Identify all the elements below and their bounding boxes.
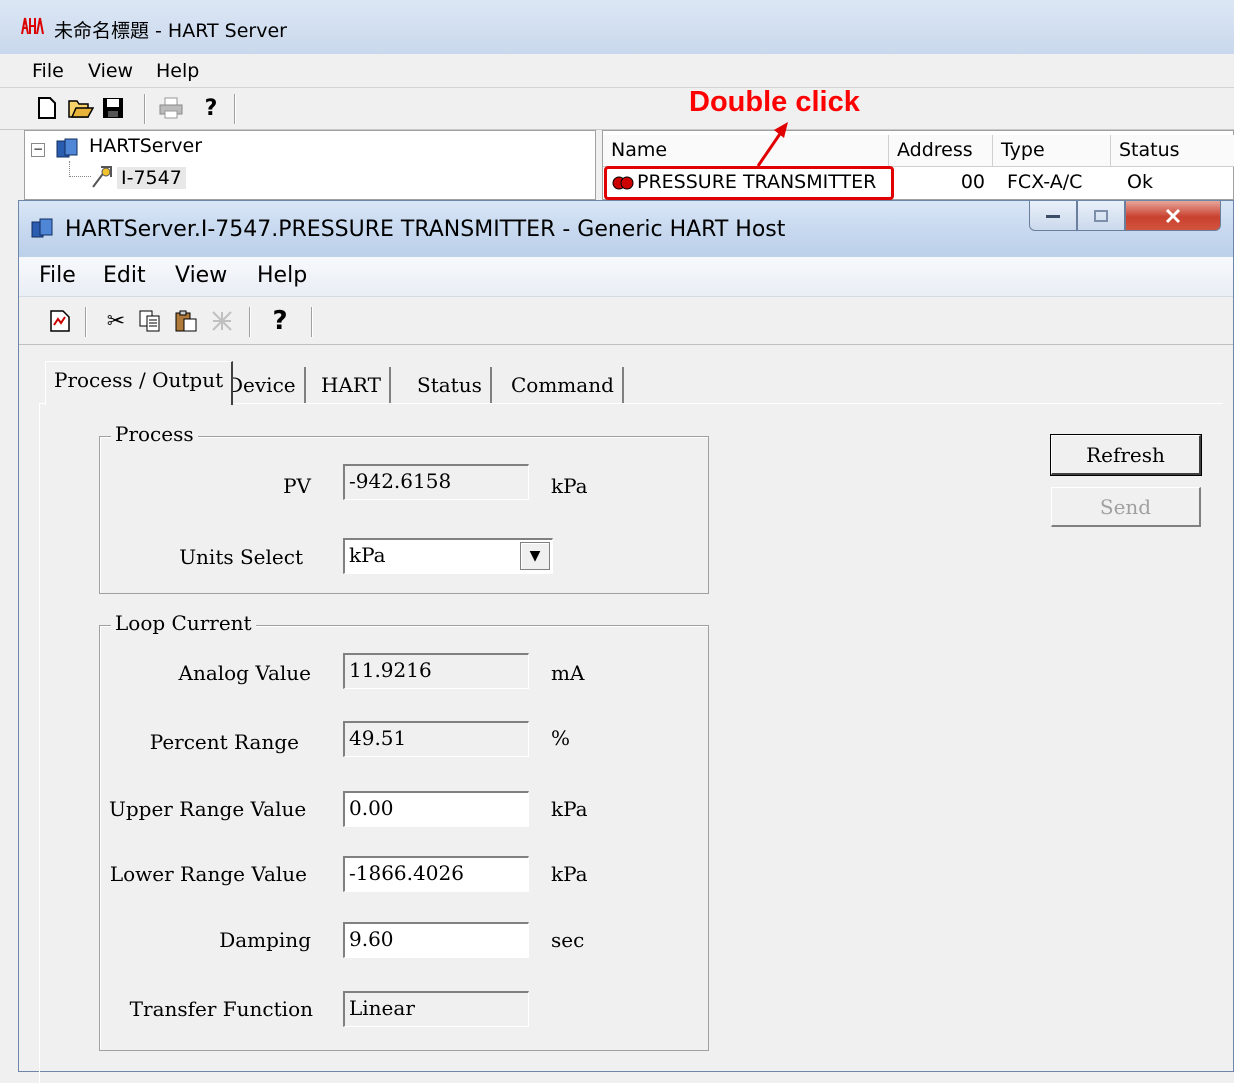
loop-current-group-label: Loop Current	[111, 611, 256, 635]
new-icon[interactable]	[32, 92, 62, 124]
damping-unit: sec	[551, 928, 585, 952]
host-menu-help[interactable]: Help	[253, 261, 311, 290]
tab-process-output[interactable]: Process / Output	[45, 361, 234, 405]
tab-status[interactable]: Status	[409, 367, 492, 403]
damping-label: Damping	[219, 928, 311, 952]
server-menu-help[interactable]: Help	[152, 58, 203, 84]
tab-command[interactable]: Command	[503, 367, 624, 403]
column-header-status[interactable]: Status	[1111, 135, 1234, 167]
minimize-button[interactable]	[1029, 201, 1077, 231]
device-status-cell: Ok	[1127, 171, 1153, 193]
server-menu-file[interactable]: File	[28, 58, 68, 84]
analog-value-label: Analog Value	[178, 661, 312, 685]
column-header-name[interactable]: Name	[603, 135, 889, 167]
pv-field: -942.6158	[343, 464, 529, 500]
host-menu-file[interactable]: File	[35, 261, 80, 290]
host-menubar: File Edit View Help	[19, 257, 1233, 297]
percent-range-label: Percent Range	[149, 730, 299, 754]
host-window-title: HARTServer.I-7547.PRESSURE TRANSMITTER -…	[65, 217, 786, 242]
damping-input[interactable]: 9.60	[343, 922, 529, 958]
units-select-label: Units Select	[179, 545, 303, 569]
io-module-icon	[92, 166, 112, 188]
analog-value-field: 11.9216	[343, 653, 529, 689]
tree-collapse-toggle[interactable]: −	[31, 143, 45, 157]
analog-value-unit: mA	[551, 661, 585, 685]
units-select-dropdown[interactable]: kPa ▼	[343, 538, 553, 574]
open-icon[interactable]	[66, 92, 96, 124]
pv-label: PV	[283, 474, 311, 498]
cut-icon[interactable]: ✂	[101, 305, 131, 337]
save-icon[interactable]	[98, 92, 128, 124]
upper-range-value-input[interactable]: 0.00	[343, 791, 529, 827]
copy-icon[interactable]	[135, 305, 165, 337]
help-icon[interactable]: ?	[196, 92, 226, 124]
close-icon[interactable]	[1125, 201, 1221, 231]
host-toolbar: ✂ ?	[19, 297, 1233, 345]
host-menu-view[interactable]: View	[171, 261, 231, 290]
lower-range-value-unit: kPa	[551, 862, 588, 886]
maximize-button[interactable]	[1077, 201, 1125, 231]
tab-hart[interactable]: HART	[313, 367, 391, 403]
percent-range-unit: %	[551, 726, 571, 750]
server-tree-panel: − HARTServer I-7547	[24, 130, 596, 200]
chevron-down-icon[interactable]: ▼	[520, 542, 550, 570]
report-icon[interactable]	[45, 305, 75, 337]
hart-host-app-icon	[31, 218, 53, 238]
server-titlebar: 未命名標題 - HART Server	[0, 0, 1234, 54]
send-button[interactable]: Send	[1051, 487, 1201, 527]
column-header-address[interactable]: Address	[889, 135, 993, 167]
delete-icon[interactable]	[207, 305, 237, 337]
host-menu-edit[interactable]: Edit	[99, 261, 150, 290]
column-header-type[interactable]: Type	[993, 135, 1111, 167]
paste-icon[interactable]	[171, 305, 201, 337]
server-toolbar: ?	[0, 88, 1234, 130]
transfer-function-label: Transfer Function	[129, 997, 313, 1021]
tree-child-label[interactable]: I-7547	[117, 167, 186, 189]
hart-app-icon	[21, 17, 44, 35]
lower-range-value-input[interactable]: -1866.4026	[343, 856, 529, 892]
hart-host-window: HARTServer.I-7547.PRESSURE TRANSMITTER -…	[18, 200, 1234, 1083]
annotation-arrow	[756, 122, 788, 167]
server-window-title: 未命名標題 - HART Server	[54, 20, 287, 42]
device-type-cell: FCX-A/C	[1007, 171, 1083, 193]
transfer-function-field: Linear	[343, 991, 529, 1027]
device-address-cell: 00	[960, 171, 985, 193]
host-titlebar: HARTServer.I-7547.PRESSURE TRANSMITTER -…	[19, 201, 1233, 257]
server-menu-view[interactable]: View	[84, 58, 137, 84]
process-group-label: Process	[111, 422, 198, 446]
double-click-annotation: Double click	[689, 86, 860, 118]
upper-range-value-unit: kPa	[551, 797, 588, 821]
server-node-icon	[56, 138, 78, 158]
refresh-button[interactable]: Refresh	[1050, 434, 1202, 476]
lower-range-value-label: Lower Range Value	[109, 862, 307, 886]
device-highlight-box	[604, 166, 894, 200]
pv-unit: kPa	[551, 474, 588, 498]
units-select-value: kPa	[349, 543, 386, 567]
tree-root-label[interactable]: HARTServer	[89, 135, 202, 157]
help-icon[interactable]: ?	[265, 305, 295, 337]
print-icon[interactable]	[156, 92, 186, 124]
server-menubar: File View Help	[0, 54, 1234, 88]
upper-range-value-label: Upper Range Value	[109, 797, 307, 821]
percent-range-field: 49.51	[343, 721, 529, 757]
